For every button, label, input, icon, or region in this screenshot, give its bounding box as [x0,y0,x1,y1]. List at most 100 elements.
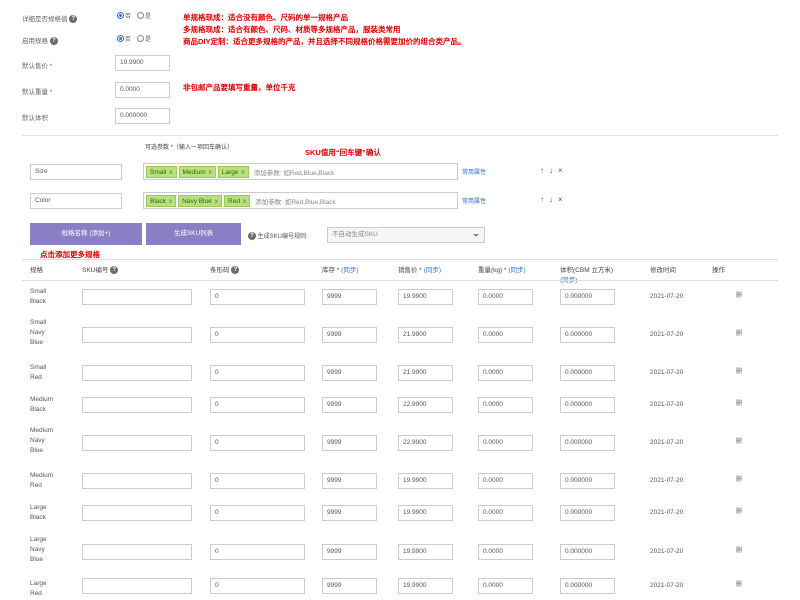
weight-input[interactable]: 0.0000 [478,365,533,381]
barcode-input[interactable]: 0 [210,505,305,521]
help-icon[interactable]: ? [49,37,58,46]
sku-input[interactable] [82,365,192,381]
delete-link[interactable]: 删 [734,368,744,377]
move-down-icon[interactable]: ↓ [549,166,558,175]
common-attributes-link[interactable]: 常用属性 [462,196,486,205]
help-icon[interactable]: ? [69,15,78,24]
help-icon[interactable]: ? [248,232,256,241]
delete-link[interactable]: 删 [734,476,744,485]
stock-input[interactable]: 9999 [322,435,377,451]
tag-remove-icon[interactable]: x [243,198,246,205]
stock-input[interactable]: 9999 [322,578,377,594]
sku-input[interactable] [82,435,192,451]
remove-icon[interactable]: × [558,195,568,204]
delete-link[interactable]: 删 [734,292,744,301]
barcode-input[interactable]: 0 [210,289,305,305]
delete-link[interactable]: 删 [734,508,744,517]
spec-values-input[interactable]: Small x Medium x Large x 添加参数: 如Red,Blue,Bl… [143,163,458,180]
barcode-input[interactable]: 0 [210,435,305,451]
tag-remove-icon[interactable]: x [215,198,218,205]
radio-no[interactable] [136,35,144,42]
weight-input[interactable]: 0.0000 [478,473,533,489]
weight-input[interactable]: 0.0000 [478,327,533,343]
volume-input[interactable]: 0.000000 [560,435,615,451]
stock-input[interactable]: 9999 [322,289,377,305]
weight-input[interactable]: 0.0000 [478,289,533,305]
delete-link[interactable]: 删 [734,581,744,590]
sku-input[interactable] [82,327,192,343]
volume-input[interactable]: 0.000000 [560,473,615,489]
tag-remove-icon[interactable]: x [209,169,212,176]
weight-input[interactable]: 0.0000 [478,505,533,521]
price-input[interactable]: 22.9900 [398,435,453,451]
price-input[interactable]: 19.9900 [398,473,453,489]
move-up-icon[interactable]: ↑ [540,166,549,175]
volume-input[interactable]: 0.000000 [560,397,615,413]
remove-icon[interactable]: × [558,166,568,175]
sku-input[interactable] [82,289,192,305]
weight-input[interactable]: 0.0000 [478,397,533,413]
sync-weight-link[interactable]: (同步) [508,267,525,274]
stock-input[interactable]: 9999 [322,397,377,413]
stock-input[interactable]: 9999 [322,544,377,560]
help-icon[interactable]: ? [231,266,240,275]
weight-input[interactable]: 0.0000 [478,435,533,451]
volume-input[interactable]: 0.000000 [560,578,615,594]
move-down-icon[interactable]: ↓ [549,195,558,204]
sku-input[interactable] [82,397,192,413]
stock-input[interactable]: 9999 [322,327,377,343]
price-input[interactable]: 19.9900 [398,505,453,521]
barcode-input[interactable]: 0 [210,578,305,594]
radio-yes[interactable] [117,12,124,19]
tag-remove-icon[interactable]: x [169,198,172,205]
volume-input[interactable]: 0.000000 [560,289,615,305]
col-price: 销售价 * (同步) [398,267,441,274]
stock-input[interactable]: 9999 [322,473,377,489]
sync-stock-link[interactable]: (同步) [341,267,358,274]
sku-rule-select[interactable]: 不自动生成SKU [327,227,485,243]
price-input[interactable]: 21.9900 [398,365,453,381]
sku-input[interactable] [82,578,192,594]
stock-input[interactable]: 9999 [322,365,377,381]
delete-link[interactable]: 删 [734,330,744,339]
spec-values-input[interactable]: Black x Navy Blue x Red x 添加参数: 如Red,Blue,B… [143,192,458,209]
delete-link[interactable]: 删 [734,400,744,409]
volume-input[interactable]: 0.000000 [560,365,615,381]
default-price-input[interactable]: 19.9900 [115,55,170,71]
barcode-input[interactable]: 0 [210,365,305,381]
volume-input[interactable]: 0.000000 [560,544,615,560]
spec-name-input[interactable]: Color [30,193,122,209]
delete-link[interactable]: 删 [734,547,744,556]
price-input[interactable]: 22.9900 [398,397,453,413]
price-input[interactable]: 21.9900 [398,327,453,343]
move-up-icon[interactable]: ↑ [540,195,549,204]
volume-input[interactable]: 0.000000 [560,327,615,343]
sku-input[interactable] [82,473,192,489]
common-attributes-link[interactable]: 常用属性 [462,167,486,176]
price-input[interactable]: 19.9900 [398,544,453,560]
sync-price-link[interactable]: (同步) [424,267,441,274]
stock-input[interactable]: 9999 [322,505,377,521]
radio-no[interactable] [136,12,144,19]
tag-remove-icon[interactable]: x [242,169,245,176]
barcode-input[interactable]: 0 [210,397,305,413]
add-spec-button[interactable]: 规格名称 (添加+) [30,223,142,245]
price-input[interactable]: 19.9900 [398,578,453,594]
sku-input[interactable] [82,505,192,521]
barcode-input[interactable]: 0 [210,544,305,560]
price-input[interactable]: 19.9900 [398,289,453,305]
help-icon[interactable]: ? [110,266,119,275]
generate-sku-button[interactable]: 生成SKU列表 [146,223,241,245]
weight-input[interactable]: 0.0000 [478,544,533,560]
weight-input[interactable]: 0.0000 [478,578,533,594]
sku-input[interactable] [82,544,192,560]
default-weight-input[interactable]: 0.0000 [115,82,170,98]
default-volume-input[interactable]: 0.000000 [115,108,170,124]
tag-remove-icon[interactable]: x [169,169,172,176]
spec-name-input[interactable]: Size [30,164,122,180]
volume-input[interactable]: 0.000000 [560,505,615,521]
radio-yes[interactable] [117,35,124,42]
barcode-input[interactable]: 0 [210,473,305,489]
delete-link[interactable]: 删 [734,438,744,447]
barcode-input[interactable]: 0 [210,327,305,343]
